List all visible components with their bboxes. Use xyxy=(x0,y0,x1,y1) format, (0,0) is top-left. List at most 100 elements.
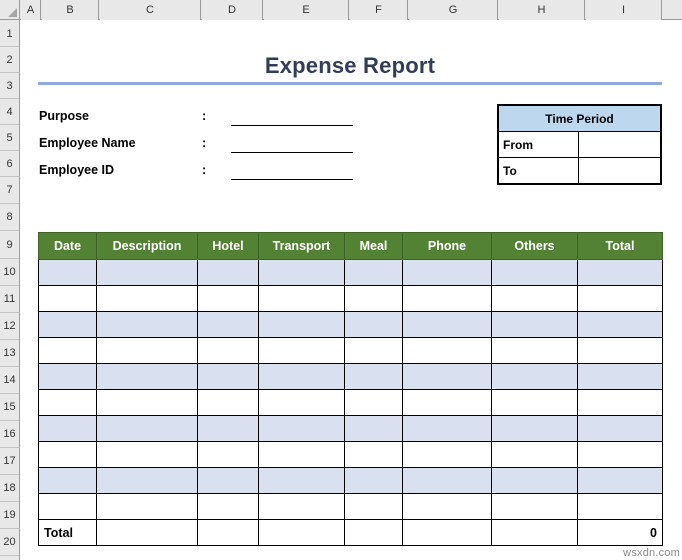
cell[interactable] xyxy=(402,493,492,520)
cell[interactable] xyxy=(577,493,663,520)
table-row[interactable] xyxy=(38,311,663,338)
row-header-9[interactable]: 9 xyxy=(0,231,20,259)
row-header-2[interactable]: 2 xyxy=(0,47,20,73)
table-row[interactable] xyxy=(38,363,663,390)
table-row[interactable] xyxy=(38,467,663,494)
table-row[interactable] xyxy=(38,285,663,312)
cell[interactable] xyxy=(197,441,259,468)
cell[interactable] xyxy=(38,389,97,416)
cell[interactable] xyxy=(402,337,492,364)
cell[interactable] xyxy=(491,285,578,312)
cell[interactable] xyxy=(38,337,97,364)
cell[interactable] xyxy=(491,467,578,494)
cell[interactable] xyxy=(577,441,663,468)
row-header-8[interactable]: 8 xyxy=(0,204,20,231)
cell[interactable] xyxy=(491,389,578,416)
cell[interactable] xyxy=(96,493,198,520)
row-header-5[interactable]: 5 xyxy=(0,125,20,151)
cell[interactable] xyxy=(258,415,345,442)
total-row-blank-transport[interactable] xyxy=(258,519,345,546)
column-header-a[interactable]: A xyxy=(21,0,41,20)
row-header-12[interactable]: 12 xyxy=(0,313,20,340)
total-row[interactable]: Total 0 xyxy=(38,519,663,546)
row-header-10[interactable]: 10 xyxy=(0,259,20,286)
cell[interactable] xyxy=(344,363,403,390)
cell[interactable] xyxy=(344,467,403,494)
column-others[interactable]: Others xyxy=(491,232,578,260)
cell[interactable] xyxy=(491,493,578,520)
cell[interactable] xyxy=(402,311,492,338)
worksheet-canvas[interactable]: Expense Report Purpose : Employee Name :… xyxy=(21,21,682,560)
cell[interactable] xyxy=(577,285,663,312)
column-header-h[interactable]: H xyxy=(499,0,585,20)
cell[interactable] xyxy=(258,259,345,286)
cell[interactable] xyxy=(577,311,663,338)
table-row[interactable] xyxy=(38,493,663,520)
cell[interactable] xyxy=(38,415,97,442)
cell[interactable] xyxy=(344,259,403,286)
row-header-16[interactable]: 16 xyxy=(0,421,20,448)
cell[interactable] xyxy=(197,285,259,312)
column-header-f[interactable]: F xyxy=(350,0,408,20)
cell[interactable] xyxy=(344,415,403,442)
cell[interactable] xyxy=(38,285,97,312)
cell[interactable] xyxy=(258,441,345,468)
column-header-e[interactable]: E xyxy=(264,0,349,20)
cell[interactable] xyxy=(577,363,663,390)
cell[interactable] xyxy=(38,493,97,520)
cell[interactable] xyxy=(38,311,97,338)
cell[interactable] xyxy=(491,337,578,364)
table-row[interactable] xyxy=(38,337,663,364)
cell[interactable] xyxy=(38,467,97,494)
row-header-6[interactable]: 6 xyxy=(0,151,20,177)
row-header-4[interactable]: 4 xyxy=(0,99,20,125)
cell[interactable] xyxy=(96,389,198,416)
row-header-1[interactable]: 1 xyxy=(0,21,20,47)
employee-id-input-line[interactable] xyxy=(231,179,353,180)
cell[interactable] xyxy=(402,389,492,416)
cell[interactable] xyxy=(344,285,403,312)
cell[interactable] xyxy=(577,337,663,364)
row-header-18[interactable]: 18 xyxy=(0,475,20,502)
cell[interactable] xyxy=(258,467,345,494)
column-header-g[interactable]: G xyxy=(409,0,498,20)
cell[interactable] xyxy=(344,389,403,416)
cell[interactable] xyxy=(577,259,663,286)
column-header-c[interactable]: C xyxy=(100,0,201,20)
cell[interactable] xyxy=(96,415,198,442)
cell[interactable] xyxy=(402,415,492,442)
cell[interactable] xyxy=(402,285,492,312)
row-header-19[interactable]: 19 xyxy=(0,502,20,529)
table-row[interactable] xyxy=(38,259,663,286)
cell[interactable] xyxy=(258,337,345,364)
cell[interactable] xyxy=(491,441,578,468)
cell[interactable] xyxy=(402,467,492,494)
column-header-d[interactable]: D xyxy=(202,0,263,20)
time-period-from-value[interactable] xyxy=(578,131,661,158)
cell[interactable] xyxy=(344,337,403,364)
cell[interactable] xyxy=(197,389,259,416)
cell[interactable] xyxy=(197,259,259,286)
row-header-11[interactable]: 11 xyxy=(0,286,20,313)
cell[interactable] xyxy=(96,441,198,468)
table-row[interactable] xyxy=(38,415,663,442)
total-row-blank-phone[interactable] xyxy=(402,519,492,546)
column-date[interactable]: Date xyxy=(38,232,97,260)
cell[interactable] xyxy=(197,311,259,338)
cell[interactable] xyxy=(96,467,198,494)
row-header-15[interactable]: 15 xyxy=(0,394,20,421)
employee-name-input-line[interactable] xyxy=(231,152,353,153)
table-row[interactable] xyxy=(38,441,663,468)
column-header-b[interactable]: B xyxy=(42,0,99,20)
column-meal[interactable]: Meal xyxy=(344,232,403,260)
cell[interactable] xyxy=(402,363,492,390)
column-hotel[interactable]: Hotel xyxy=(197,232,259,260)
total-row-blank-description[interactable] xyxy=(96,519,198,546)
row-header-3[interactable]: 3 xyxy=(0,73,20,99)
cell[interactable] xyxy=(96,311,198,338)
row-header-20[interactable]: 20 xyxy=(0,529,20,556)
cell[interactable] xyxy=(197,493,259,520)
table-row[interactable] xyxy=(38,389,663,416)
cell[interactable] xyxy=(38,441,97,468)
cell[interactable] xyxy=(258,493,345,520)
